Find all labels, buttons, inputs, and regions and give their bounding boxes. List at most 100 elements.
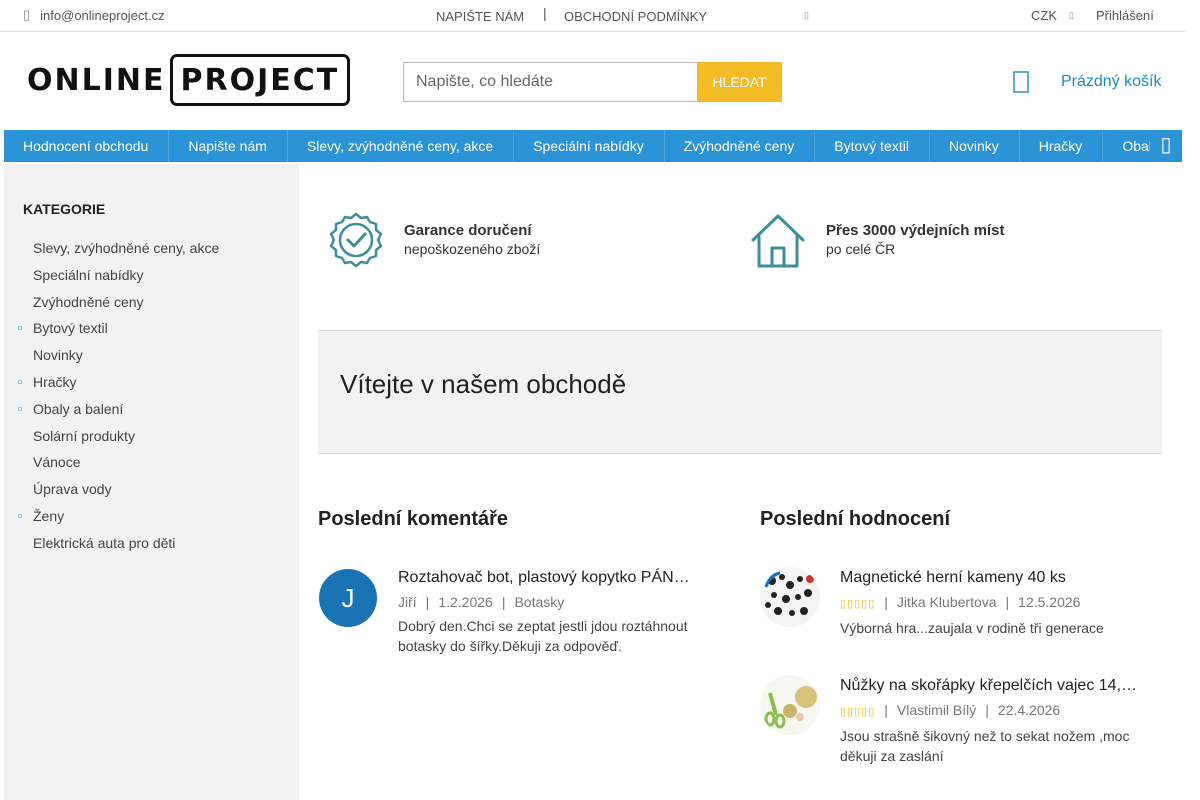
product-thumbnail[interactable] — [760, 675, 820, 735]
category-item[interactable]: Vánoce — [4, 452, 299, 479]
magnetic-stones-image — [760, 567, 820, 627]
cart-link[interactable]: Prázdný košík — [1061, 73, 1161, 91]
review-meta: ▯▯▯▯▯ | Vlastimil Bílý | 22.4.2026 — [840, 701, 1140, 721]
meta-separator: | — [425, 594, 430, 610]
category-label: Obaly a balení — [33, 400, 124, 417]
welcome-heading: Vítejte v našem obchodě — [340, 369, 627, 399]
meta-separator: | — [884, 702, 888, 718]
logo-text-project: PROJECT — [169, 54, 351, 106]
category-item[interactable]: Elektrická auta pro děti — [4, 533, 299, 560]
email-text: info@onlineproject.cz — [40, 7, 165, 23]
meta-separator: | — [501, 594, 506, 610]
meta-separator: | — [1005, 594, 1010, 610]
category-item[interactable]: Solární produkty — [4, 426, 299, 453]
category-item[interactable]: Zvýhodněné ceny — [4, 292, 299, 319]
category-label: Elektrická auta pro děti — [33, 534, 176, 551]
category-item[interactable]: Úprava vody — [4, 479, 299, 506]
chevron-down-icon[interactable]: ▯ — [1069, 10, 1074, 21]
search-button[interactable]: HLEDAT — [697, 62, 782, 102]
category-label: Úprava vody — [33, 481, 112, 498]
comment-body: Roztahovač bot, plastový kopytko PÁNSKÝ … — [398, 567, 690, 656]
search-form: HLEDAT — [403, 62, 782, 102]
badge-check-icon — [329, 212, 383, 268]
avatar: J — [319, 569, 377, 627]
review-meta: ▯▯▯▯▯ | Jitka Klubertova | 12.5.2026 — [840, 593, 1140, 613]
category-item[interactable]: Novinky — [4, 345, 299, 372]
comment-category[interactable]: Botasky — [514, 594, 564, 610]
nav-item-store-rating[interactable]: Hodnocení obchodu — [4, 130, 170, 162]
comment-meta: Jiří | 1.2.2026 | Botasky — [398, 593, 690, 611]
benefit-subtitle: po celé ČR — [826, 241, 896, 257]
benefit-text: Garance doručení nepoškozeného zboží — [404, 221, 540, 259]
cart-icon[interactable] — [1012, 70, 1030, 94]
category-label: Bytový textil — [33, 320, 108, 337]
contact-email[interactable]: ▯ info@onlineproject.cz — [23, 7, 165, 23]
review-date: 22.4.2026 — [997, 702, 1061, 718]
benefit-subtitle: nepoškozeného zboží — [404, 241, 541, 257]
nav-item-contact[interactable]: Napište nám — [169, 130, 288, 162]
nav-item-toys[interactable]: Hračky — [1020, 130, 1104, 162]
benefit-delivery: Garance doručení nepoškozeného zboží — [327, 211, 540, 269]
meta-separator: | — [985, 702, 989, 718]
review-body: Nůžky na skořápky křepelčích vajec 14,5 … — [840, 675, 1140, 766]
sidebar-title: KATEGORIE — [23, 201, 106, 217]
contact-link[interactable]: NAPIŠTE NÁM — [436, 9, 524, 24]
nav-item-reduced-prices[interactable]: Zvýhodněné ceny — [665, 130, 816, 162]
scissors-image — [760, 675, 820, 735]
category-item[interactable]: Hračky — [4, 372, 299, 399]
comment-author: Jiří — [398, 594, 417, 610]
expand-icon[interactable] — [18, 326, 22, 331]
nav-item-discounts[interactable]: Slevy, zvýhodněné ceny, akce — [288, 130, 515, 162]
category-label: Speciální nabídky — [33, 266, 144, 283]
category-label: Zvýhodněné ceny — [33, 293, 144, 310]
review-text: Jsou strašně šikovný než to sekat nožem … — [840, 728, 1130, 764]
rating-stars: ▯▯▯▯▯ — [840, 706, 876, 718]
category-item[interactable]: Ženy — [4, 506, 299, 533]
more-icon[interactable]: ▯ — [804, 10, 809, 21]
category-list: Slevy, zvýhodněné ceny, akce Speciální n… — [4, 238, 299, 560]
currency-selector[interactable]: CZK — [1031, 8, 1057, 23]
category-item[interactable]: Slevy, zvýhodněné ceny, akce — [4, 238, 299, 265]
category-label: Vánoce — [33, 454, 81, 471]
review-author: Jitka Klubertova — [896, 594, 997, 610]
home-icon — [751, 214, 805, 268]
site-logo[interactable]: ONLINE PROJECT — [27, 54, 351, 106]
nav-item-new[interactable]: Novinky — [930, 130, 1020, 162]
comments-title: Poslední komentáře — [318, 508, 509, 530]
review-product-link[interactable]: Magnetické herní kameny 40 ks — [840, 567, 1140, 589]
category-item[interactable]: Speciální nabídky — [4, 265, 299, 292]
logo-text-online: ONLINE — [27, 62, 166, 98]
nav-item-home-textiles[interactable]: Bytový textil — [815, 130, 930, 162]
login-link[interactable]: Přihlášení — [1096, 8, 1154, 23]
nav-scroll-right-icon[interactable]: ▯ — [1150, 130, 1182, 162]
review-text: Výborná hra...zaujala v rodině tři gener… — [840, 620, 1104, 636]
benefit-text: Přes 3000 výdejních míst po celé ČR — [826, 221, 1004, 259]
nav-item-special-offers[interactable]: Speciální nabídky — [514, 130, 665, 162]
category-label: Ženy — [33, 507, 65, 524]
comment-text: Dobrý den.Chci se zeptat jestli jdou roz… — [398, 618, 688, 654]
top-bar: ▯ info@onlineproject.cz NAPIŠTE NÁM | OB… — [0, 0, 1185, 32]
terms-link[interactable]: OBCHODNÍ PODMÍNKY — [564, 9, 707, 24]
reviews-title: Poslední hodnocení — [760, 508, 951, 530]
benefit-title: Přes 3000 výdejních míst — [826, 222, 1005, 239]
category-item[interactable]: Obaly a balení — [4, 399, 299, 426]
benefit-title: Garance doručení — [404, 222, 532, 239]
main-navigation: Hodnocení obchodu Napište nám Slevy, zvý… — [4, 130, 1182, 162]
search-input[interactable] — [403, 62, 697, 102]
review-body: Magnetické herní kameny 40 ks ▯▯▯▯▯ | Jitk… — [840, 567, 1140, 638]
expand-icon[interactable] — [18, 513, 22, 518]
expand-icon[interactable] — [18, 406, 22, 411]
top-separator: | — [543, 5, 547, 21]
product-thumbnail[interactable] — [760, 567, 820, 627]
rating-stars: ▯▯▯▯▯ — [840, 598, 876, 610]
welcome-banner: Vítejte v našem obchodě — [318, 330, 1162, 454]
benefit-pickup-points: Přes 3000 výdejních míst po celé ČR — [749, 211, 1004, 269]
expand-icon[interactable] — [18, 379, 22, 384]
category-item[interactable]: Bytový textil — [4, 318, 299, 345]
comment-product-link[interactable]: Roztahovač bot, plastový kopytko PÁNSKÝ — [398, 567, 690, 589]
review-date: 12.5.2026 — [1018, 594, 1081, 610]
meta-separator: | — [884, 594, 888, 610]
category-label: Novinky — [33, 347, 83, 364]
review-author: Vlastimil Bílý — [896, 702, 977, 718]
review-product-link[interactable]: Nůžky na skořápky křepelčích vajec 14,5 … — [840, 675, 1140, 697]
